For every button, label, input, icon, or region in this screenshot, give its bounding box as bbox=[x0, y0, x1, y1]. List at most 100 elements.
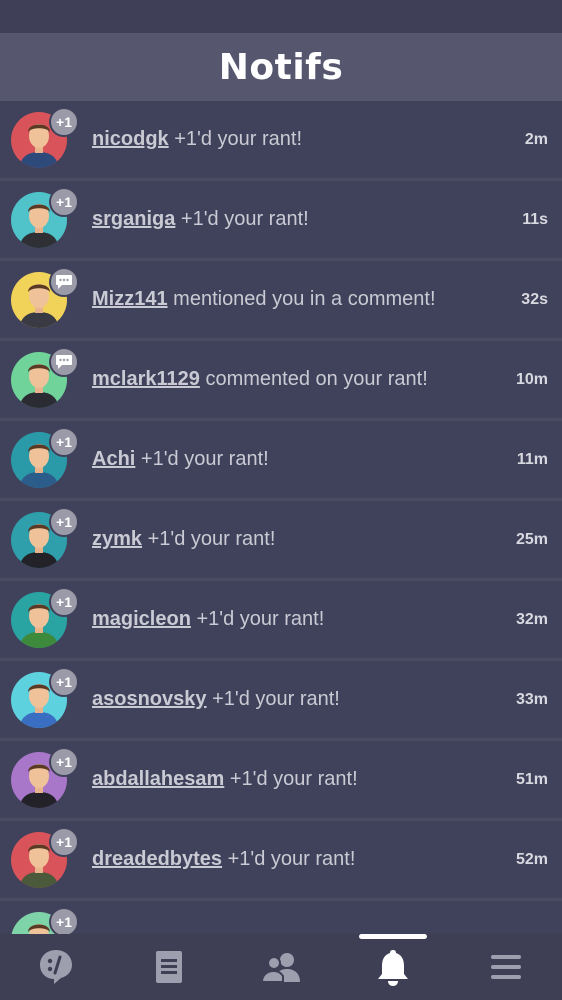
users-icon bbox=[260, 953, 300, 983]
comment-icon bbox=[56, 354, 72, 369]
devrant-logo-icon bbox=[40, 950, 73, 984]
plus-one-badge: +1 bbox=[49, 186, 79, 217]
username-link[interactable]: zymk bbox=[92, 528, 142, 550]
comment-icon bbox=[56, 274, 72, 289]
plus-one-badge: +1 bbox=[49, 586, 79, 617]
avatar-container[interactable]: +1 bbox=[11, 746, 79, 808]
plus-one-badge: +1 bbox=[49, 426, 79, 457]
notification-list[interactable]: +1 nicodgk +1'd your rant! 2m +1 srganig… bbox=[0, 101, 562, 934]
plus-one-badge: +1 bbox=[49, 506, 79, 537]
notification-action: +1'd your rant! bbox=[227, 848, 356, 870]
avatar-container[interactable]: +1 bbox=[11, 666, 79, 728]
notification-row[interactable]: Mizz141 mentioned you in a comment! 32s bbox=[0, 261, 562, 341]
notification-text: Achi +1'd your rant! bbox=[92, 448, 562, 471]
notification-text: zymk +1'd your rant! bbox=[92, 528, 562, 551]
username-link[interactable]: dreadedbytes bbox=[92, 848, 222, 870]
notification-time: 2m bbox=[524, 130, 548, 148]
avatar-container[interactable]: +1 bbox=[11, 586, 79, 648]
username-link[interactable]: abdallahesam bbox=[92, 768, 224, 790]
notification-row[interactable]: +1 zymk +1'd your rant! 25m bbox=[0, 501, 562, 581]
notification-action: +1'd your rant! bbox=[180, 208, 309, 230]
notification-action: commented on your rant! bbox=[205, 368, 428, 390]
notification-action: +1'd your rant! bbox=[196, 608, 325, 630]
document-icon bbox=[155, 951, 182, 983]
notification-row[interactable]: +1 nicodgk +1'd your rant! 2m bbox=[0, 101, 562, 181]
badge-label: +1 bbox=[56, 673, 72, 690]
badge-label: +1 bbox=[56, 513, 72, 530]
notification-text: asosnovsky +1'd your rant! bbox=[92, 688, 562, 711]
comment-badge bbox=[49, 266, 79, 297]
notification-time: 11m bbox=[516, 450, 548, 468]
notification-action: +1'd your rant! bbox=[212, 688, 340, 710]
username-link[interactable]: asosnovsky bbox=[92, 688, 207, 710]
avatar-container[interactable]: +1 bbox=[11, 506, 79, 568]
badge-label: +1 bbox=[56, 193, 72, 210]
notification-time: 52m bbox=[515, 850, 548, 868]
avatar-container[interactable]: +1 bbox=[11, 106, 79, 168]
notification-row[interactable]: +1 dreadedbytes +1'd your rant! 52m bbox=[0, 821, 562, 901]
plus-one-badge: +1 bbox=[49, 666, 79, 697]
notification-text: abdallahesam +1'd your rant! bbox=[92, 768, 562, 791]
notification-text: magicleon +1'd your rant! bbox=[92, 608, 562, 631]
avatar-container[interactable]: +1 bbox=[11, 186, 79, 248]
status-bar bbox=[0, 0, 562, 33]
notification-text: nicodgk +1'd your rant! bbox=[92, 128, 562, 151]
tab-menu[interactable] bbox=[466, 934, 546, 1000]
notification-row[interactable]: +1 bbox=[0, 901, 562, 934]
notification-row[interactable]: +1 Achi +1'd your rant! 11m bbox=[0, 421, 562, 501]
notification-row[interactable]: +1 asosnovsky +1'd your rant! 33m bbox=[0, 661, 562, 741]
bottom-tab-bar bbox=[0, 934, 562, 1000]
username-link[interactable]: srganiga bbox=[92, 208, 175, 230]
notification-text: srganiga +1'd your rant! bbox=[92, 208, 562, 231]
plus-one-badge: +1 bbox=[49, 106, 79, 137]
notification-action: +1'd your rant! bbox=[174, 128, 303, 150]
notification-action: +1'd your rant! bbox=[229, 768, 358, 790]
notification-text: Mizz141 mentioned you in a comment! bbox=[92, 288, 562, 311]
tab-stories[interactable] bbox=[129, 934, 209, 1000]
bell-icon bbox=[378, 950, 409, 986]
tab-rants[interactable] bbox=[16, 934, 96, 1000]
page-title: Notifs bbox=[218, 46, 344, 88]
avatar-container[interactable]: +1 bbox=[11, 826, 79, 888]
username-link[interactable]: mclark1129 bbox=[92, 368, 200, 390]
avatar-container[interactable]: +1 bbox=[11, 906, 79, 934]
notification-time: 10m bbox=[515, 370, 548, 388]
notification-time: 32s bbox=[521, 290, 548, 308]
notification-row[interactable]: mclark1129 commented on your rant! 10m bbox=[0, 341, 562, 421]
notification-action: +1'd your rant! bbox=[147, 528, 276, 550]
username-link[interactable]: magicleon bbox=[92, 608, 191, 630]
avatar-container[interactable] bbox=[11, 266, 79, 328]
notification-time: 32m bbox=[515, 610, 548, 628]
tab-collabs[interactable] bbox=[241, 934, 321, 1000]
notification-time: 11s bbox=[522, 210, 548, 228]
notification-time: 33m bbox=[515, 690, 548, 708]
notification-time: 25m bbox=[515, 530, 548, 548]
tab-notifs[interactable] bbox=[353, 934, 433, 1000]
plus-one-badge: +1 bbox=[49, 826, 79, 857]
username-link[interactable]: Achi bbox=[92, 448, 135, 470]
username-link[interactable]: nicodgk bbox=[92, 128, 169, 150]
active-tab-indicator bbox=[359, 934, 428, 939]
notification-action: mentioned you in a comment! bbox=[173, 288, 436, 310]
hamburger-icon bbox=[490, 955, 521, 979]
avatar-container[interactable] bbox=[11, 346, 79, 408]
username-link[interactable]: Mizz141 bbox=[92, 288, 168, 310]
notification-row[interactable]: +1 abdallahesam +1'd your rant! 51m bbox=[0, 741, 562, 821]
notification-text: dreadedbytes +1'd your rant! bbox=[92, 848, 562, 871]
badge-label: +1 bbox=[56, 433, 72, 450]
notification-text: mclark1129 commented on your rant! bbox=[92, 368, 562, 391]
plus-one-badge: +1 bbox=[49, 906, 79, 934]
notification-row[interactable]: +1 magicleon +1'd your rant! 32m bbox=[0, 581, 562, 661]
plus-one-badge: +1 bbox=[49, 746, 79, 777]
notification-row[interactable]: +1 srganiga +1'd your rant! 11s bbox=[0, 181, 562, 261]
comment-badge bbox=[49, 346, 79, 377]
badge-label: +1 bbox=[56, 113, 72, 130]
notification-time: 51m bbox=[515, 770, 548, 788]
badge-label: +1 bbox=[56, 753, 72, 770]
badge-label: +1 bbox=[56, 593, 72, 610]
header: Notifs bbox=[0, 33, 562, 101]
badge-label: +1 bbox=[56, 913, 72, 930]
badge-label: +1 bbox=[56, 833, 72, 850]
avatar-container[interactable]: +1 bbox=[11, 426, 79, 488]
notification-action: +1'd your rant! bbox=[140, 448, 269, 470]
